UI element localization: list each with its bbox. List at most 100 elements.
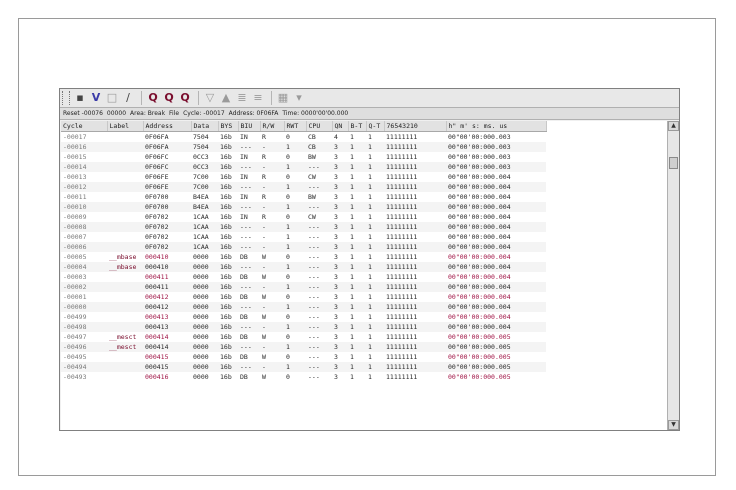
cell-address: 000413	[143, 322, 191, 332]
status-field: Reset -00076	[63, 110, 103, 117]
table-row[interactable]: -00015 0F06FC 0CC3 16b IN R 0 BW 3 1 1 11111111 00"0…	[61, 152, 546, 162]
table-row[interactable]: -00011 0F0700 B4EA 16b IN R 0 BW 3 1 1 11111111 00"0…	[61, 192, 546, 202]
column-header[interactable]: RWT	[284, 121, 307, 132]
table-row[interactable]: -00014 0F06FC 0CC3 16b --- -1 --- 3 1 1 11111111 00…	[61, 162, 546, 172]
column-header[interactable]: Address	[143, 121, 192, 132]
cell-bt: 1	[348, 182, 366, 192]
table-row[interactable]: -00499 000413 0000 16b DB W 0 --- 3 1 1 11111111 00"…	[61, 312, 546, 322]
cell-label	[107, 372, 143, 382]
cell-biu: IN	[240, 173, 248, 181]
column-header[interactable]: Label	[107, 121, 144, 132]
vertical-scrollbar[interactable]: ▲ ▼	[667, 121, 679, 430]
cell-bits: 11111111	[384, 162, 446, 172]
page-icon[interactable]: □	[105, 90, 119, 106]
scroll-down-icon[interactable]: ▼	[668, 420, 679, 430]
cell-bt: 1	[350, 333, 354, 341]
pencil-icon[interactable]: ∕	[121, 90, 135, 106]
cell-label	[107, 172, 143, 182]
toolbar-grip[interactable]	[62, 91, 70, 105]
cell-qn: 3	[334, 373, 338, 381]
table-row[interactable]: -00496 __mesct 000414 0000 16b --- -1 --- 3 1 1 111…	[61, 342, 546, 352]
toolbar-separator	[141, 91, 142, 105]
v-tool-icon[interactable]: V	[89, 90, 103, 106]
table-row[interactable]: -00497 __mesct 000414 0000 16b DB W 0 --- 3 1 1 1111…	[61, 332, 546, 342]
table-row[interactable]: -00495 000415 0000 16b DB W 0 --- 3 1 1 11111111 00"…	[61, 352, 546, 362]
search-next-icon[interactable]: Q	[178, 90, 192, 106]
grid-icon[interactable]: ▦	[276, 90, 290, 106]
cell-cpu: ---	[308, 253, 320, 261]
cell-rw: -	[260, 202, 284, 212]
table-row[interactable]: -00003 000411 0000 16b DB W 0 --- 3 1 1 11111111 00"…	[61, 272, 546, 282]
column-header[interactable]: QN	[332, 121, 349, 132]
cell-biu: ---	[240, 233, 252, 241]
column-header[interactable]: 76543210	[384, 121, 447, 132]
table-row[interactable]: -00009 0F0702 1CAA 16b IN R 0 CW 3 1 1 11111111 00"0…	[61, 212, 546, 222]
search-icon[interactable]: Q	[146, 90, 160, 106]
table-row[interactable]: -00000 000412 0000 16b --- -1 --- 3 1 1 11111111 00…	[61, 302, 546, 312]
filter-lines-icon[interactable]: ≣	[235, 90, 249, 106]
cell-qn: 3	[332, 282, 348, 292]
table-row[interactable]: -00010 0F0700 B4EA 16b --- -1 --- 3 1 1 11111111 00…	[61, 202, 546, 212]
cell-label: __mbase	[109, 253, 137, 261]
cell-data: 1CAA	[193, 213, 209, 221]
column-header[interactable]: BIU	[238, 121, 261, 132]
cell-cpu: ---	[306, 162, 332, 172]
search-prev-icon[interactable]: Q	[162, 90, 176, 106]
triangle-up-icon[interactable]: ▲	[219, 90, 233, 106]
column-header[interactable]: Q-T	[366, 121, 385, 132]
cell-time: 00"00'00:000.004	[446, 242, 546, 252]
cell-cycle: -00494	[61, 362, 107, 372]
column-header[interactable]: BYS	[218, 121, 239, 132]
cell-biu: ---	[238, 302, 260, 312]
column-header[interactable]: h" m' s: ms. us	[446, 121, 547, 132]
cell-rwt: 0	[286, 313, 290, 321]
column-header[interactable]: R/W	[260, 121, 285, 132]
table-row[interactable]: -00016 0F06FA 7504 16b --- -1 CB 3 1 1 11111111 00"…	[61, 142, 546, 152]
cell-address: 0F06FC	[143, 162, 191, 172]
table-row[interactable]: -00005 __mbase 000410 0000 16b DB W 0 --- 3 1 1 1111…	[61, 252, 546, 262]
cell-rwt: 1	[284, 182, 306, 192]
cell-cycle: -00013	[63, 173, 87, 181]
cell-address: 000412	[143, 302, 191, 312]
table-row[interactable]: -00007 0F0702 1CAA 16b --- -1 --- 3 1 1 11111111 00…	[61, 232, 546, 242]
column-header[interactable]: B-T	[348, 121, 367, 132]
cell-bits: 11111111	[386, 193, 418, 201]
table-row[interactable]: -00012 0F06FE 7C00 16b --- -1 --- 3 1 1 11111111 00…	[61, 182, 546, 192]
cell-time: 00"00'00:000.004	[446, 202, 546, 212]
table-row[interactable]: -00002 000411 0000 16b --- -1 --- 3 1 1 11111111 00…	[61, 282, 546, 292]
cell-bys: 16b	[218, 182, 238, 192]
cell-qn: 3	[332, 162, 348, 172]
trace-table: Cycle Label Address Data BYS BIU R/W RWT CPU QN B-…	[61, 121, 547, 382]
scroll-up-icon[interactable]: ▲	[668, 121, 679, 131]
table-row[interactable]: -00008 0F0702 1CAA 16b --- -1 --- 3 1 1 11111111 00…	[61, 222, 546, 232]
cell-time: 00"00'00:000.004	[446, 182, 546, 192]
table-row[interactable]: -00013 0F06FE 7C00 16b IN R 0 CW 3 1 1 11111111 00"0…	[61, 172, 546, 182]
table-row[interactable]: -00004 __mbase 000410 0000 16b --- -1 --- 3 1 1 111…	[61, 262, 546, 272]
filter-down-icon[interactable]: ▽	[203, 90, 217, 106]
column-header[interactable]: Data	[191, 121, 219, 132]
scroll-thumb[interactable]	[669, 157, 678, 169]
table-row[interactable]: -00493 000416 0000 16b DB W 0 --- 3 1 1 11111111 00"…	[61, 372, 546, 382]
cell-data: 7504	[193, 133, 209, 141]
list-icon[interactable]: ≡	[251, 90, 265, 106]
column-header[interactable]: CPU	[306, 121, 333, 132]
cell-rw: -	[260, 182, 284, 192]
cell-qt: 1	[366, 242, 384, 252]
cell-qt: 1	[366, 142, 384, 152]
cell-rwt: 1	[284, 262, 306, 272]
cell-bt: 1	[348, 242, 366, 252]
table-row[interactable]: -00017 0F06FA 7504 16b IN R 0 CB 4 1 1 11111111 00"0…	[61, 132, 546, 143]
dropdown-icon[interactable]: ▾	[292, 90, 306, 106]
cell-qt: 1	[368, 153, 372, 161]
table-row[interactable]: -00006 0F0702 1CAA 16b --- -1 --- 3 1 1 11111111 00…	[61, 242, 546, 252]
cell-biu: ---	[238, 282, 260, 292]
column-header[interactable]: Cycle	[61, 121, 108, 132]
cell-rw: -	[260, 262, 284, 272]
table-row[interactable]: -00494 000415 0000 16b --- -1 --- 3 1 1 11111111 00…	[61, 362, 546, 372]
cell-bits: 11111111	[386, 293, 418, 301]
pointer-tool-icon[interactable]: ▪	[73, 90, 87, 106]
cell-data: 0000	[193, 273, 209, 281]
table-row[interactable]: -00001 000412 0000 16b DB W 0 --- 3 1 1 11111111 00"…	[61, 292, 546, 302]
cell-rwt: 1	[284, 302, 306, 312]
table-row[interactable]: -00498 000413 0000 16b --- -1 --- 3 1 1 11111111 00…	[61, 322, 546, 332]
